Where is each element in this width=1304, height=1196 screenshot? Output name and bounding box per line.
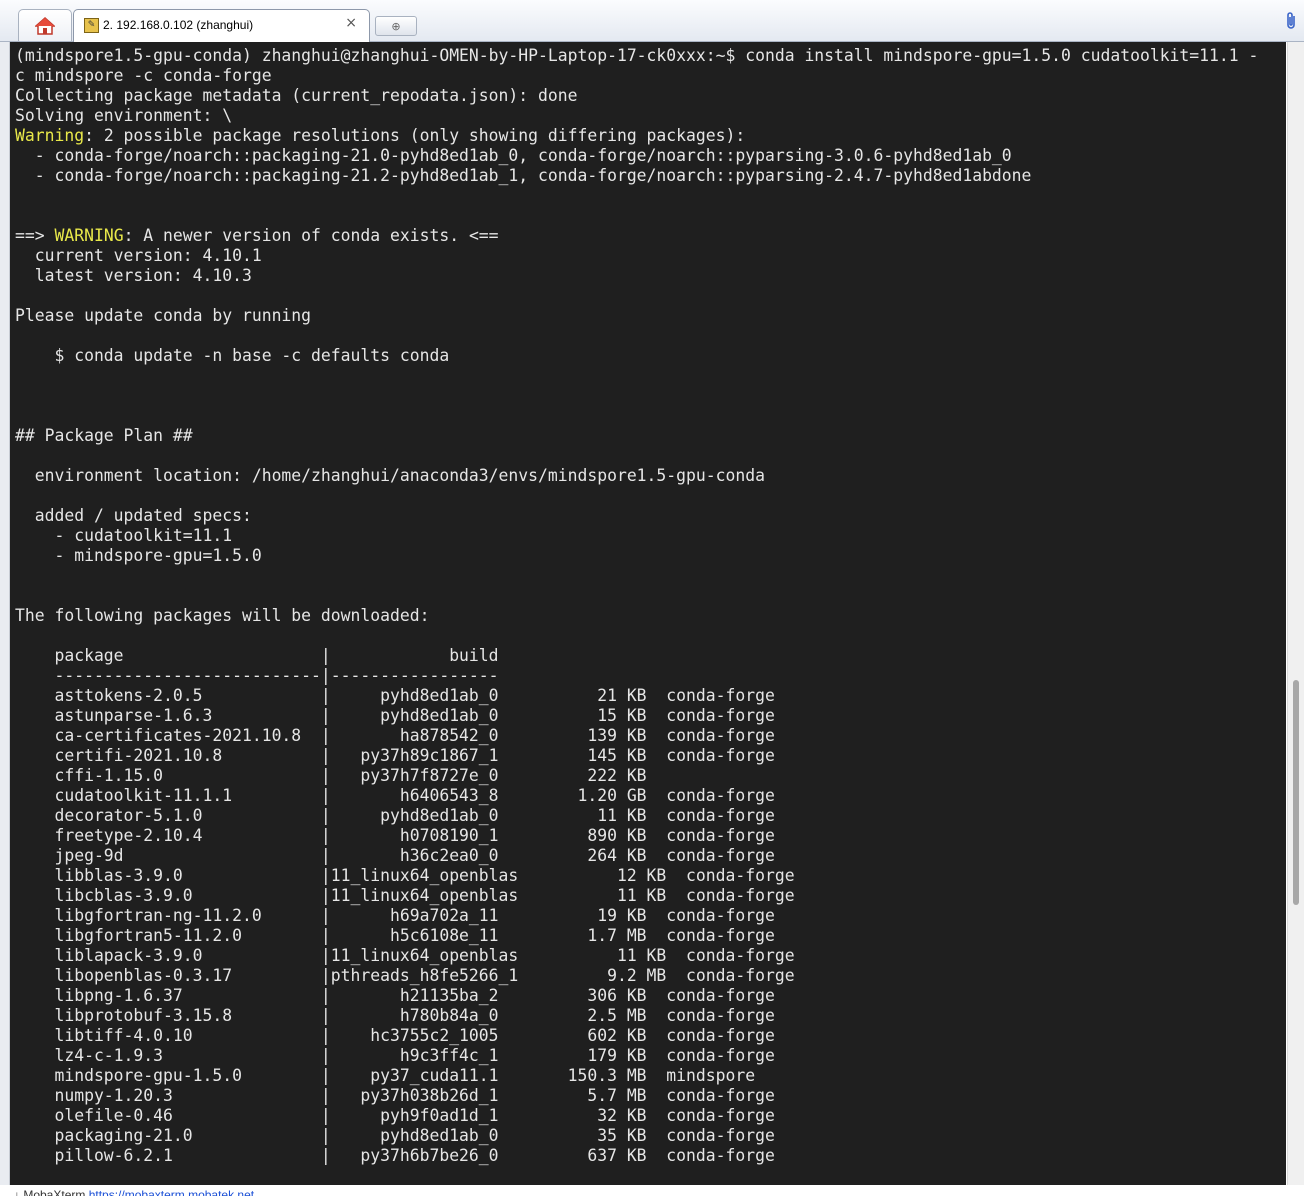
terminal-line: asttokens-2.0.5 | pyhd8ed1ab_0 21 KB con… (15, 686, 775, 705)
scrollbar-thumb[interactable] (1293, 680, 1299, 905)
terminal-line-prefix: ==> (15, 226, 55, 245)
terminal-line: certifi-2021.10.8 | py37h89c1867_1 145 K… (15, 746, 775, 765)
vertical-scrollbar[interactable] (1287, 42, 1304, 1185)
terminal-line: olefile-0.46 | pyh9f0ad1d_1 32 KB conda-… (15, 1106, 775, 1125)
terminal-line: numpy-1.20.3 | py37h038b26d_1 5.7 MB con… (15, 1086, 775, 1105)
terminal-line: astunparse-1.6.3 | pyhd8ed1ab_0 15 KB co… (15, 706, 775, 725)
terminal-line: libtiff-4.0.10 | hc3755c2_1005 602 KB co… (15, 1026, 775, 1045)
terminal-line: libgfortran-ng-11.2.0 | h69a702a_11 19 K… (15, 906, 775, 925)
terminal-line: - conda-forge/noarch::packaging-21.0-pyh… (15, 146, 1012, 165)
terminal-line: libcblas-3.9.0 |11_linux64_openblas 11 K… (15, 886, 795, 905)
terminal-line: pillow-6.2.1 | py37h6b7be26_0 637 KB con… (15, 1146, 775, 1165)
terminal-line: current version: 4.10.1 (15, 246, 262, 265)
paperclip-icon-glyph (1287, 12, 1295, 29)
terminal-line: cudatoolkit-11.1.1 | h6406543_8 1.20 GB … (15, 786, 775, 805)
session-tab[interactable]: ✎ 2. 192.168.0.102 (zhanghui) × (73, 9, 370, 42)
bottom-status-strip: ↓ MobaXterm https://mobaxterm.mobatek.ne… (0, 1185, 1304, 1196)
terminal-line: Please update conda by running (15, 306, 312, 325)
terminal-line: Collecting package metadata (current_rep… (15, 86, 578, 105)
terminal-line: The following packages will be downloade… (15, 606, 430, 625)
terminal-line: ca-certificates-2021.10.8 | ha878542_0 1… (15, 726, 775, 745)
tab-bar: ✎ 2. 192.168.0.102 (zhanghui) × ⊕ (0, 0, 1304, 42)
warning-keyword: WARNING (54, 226, 124, 245)
left-side-strip (0, 42, 10, 1192)
terminal-session-icon: ✎ (84, 18, 99, 33)
terminal-line: Solving environment: \ (15, 106, 233, 125)
warning-keyword: Warning (15, 126, 85, 145)
paperclip-icon[interactable] (1284, 11, 1298, 36)
close-tab-icon[interactable]: × (345, 15, 357, 31)
terminal-line: liblapack-3.9.0 |11_linux64_openblas 11 … (15, 946, 795, 965)
terminal-line-text: : A newer version of conda exists. <== (123, 226, 499, 245)
terminal-line: latest version: 4.10.3 (15, 266, 252, 285)
session-tab-title: 2. 192.168.0.102 (zhanghui) (103, 18, 254, 32)
terminal-line: libprotobuf-3.15.8 | h780b84a_0 2.5 MB c… (15, 1006, 775, 1025)
terminal-line: added / updated specs: (15, 506, 252, 525)
terminal-line: libblas-3.9.0 |11_linux64_openblas 12 KB… (15, 866, 795, 885)
terminal-line: package | build (15, 646, 499, 665)
terminal-line: packaging-21.0 | pyhd8ed1ab_0 35 KB cond… (15, 1126, 775, 1145)
terminal-line: Warning: 2 possible package resolutions … (15, 126, 745, 146)
bottom-status-text: ↓ MobaXterm https://mobaxterm.mobatek.ne… (14, 1188, 254, 1196)
terminal-line: mindspore-gpu-1.5.0 | py37_cuda11.1 150.… (15, 1066, 756, 1085)
terminal-line: libpng-1.6.37 | h21135ba_2 306 KB conda-… (15, 986, 775, 1005)
home-tab[interactable] (18, 9, 72, 41)
terminal-line: $ conda update -n base -c defaults conda (15, 346, 450, 365)
terminal-line: - conda-forge/noarch::packaging-21.2-pyh… (15, 166, 1032, 185)
terminal-line: environment location: /home/zhanghui/ana… (15, 466, 765, 485)
terminal-line: libopenblas-0.3.17 |pthreads_h8fe5266_1 … (15, 966, 795, 985)
terminal-line: decorator-5.1.0 | pyhd8ed1ab_0 11 KB con… (15, 806, 775, 825)
terminal-line: jpeg-9d | h36c2ea0_0 264 KB conda-forge (15, 846, 775, 865)
terminal-line: ---------------------------|------------… (15, 666, 499, 685)
terminal-line: - mindspore-gpu=1.5.0 (15, 546, 262, 565)
new-tab-button[interactable]: ⊕ (375, 16, 417, 36)
bottom-status-link[interactable]: https://mobaxterm.mobatek.net (89, 1188, 254, 1196)
terminal-line: cffi-1.15.0 | py37h7f8727e_0 222 KB (15, 766, 647, 785)
bottom-status-label: ↓ MobaXterm (14, 1188, 86, 1196)
terminal-line-text: : 2 possible package resolutions (only s… (84, 126, 746, 145)
terminal-line: - cudatoolkit=11.1 (15, 526, 233, 545)
terminal-line: (mindspore1.5-gpu-conda) zhanghui@zhangh… (15, 46, 1259, 65)
home-icon (35, 16, 55, 35)
terminal-line: ==> WARNING: A newer version of conda ex… (15, 226, 499, 246)
terminal-line: c mindspore -c conda-forge (15, 66, 272, 85)
terminal-line: lz4-c-1.9.3 | h9c3ff4c_1 179 KB conda-fo… (15, 1046, 775, 1065)
terminal-output[interactable]: (mindspore1.5-gpu-conda) zhanghui@zhangh… (10, 42, 1286, 1185)
terminal-line: libgfortran5-11.2.0 | h5c6108e_11 1.7 MB… (15, 926, 775, 945)
terminal-line: ## Package Plan ## (15, 426, 193, 445)
terminal-line: freetype-2.10.4 | h0708190_1 890 KB cond… (15, 826, 775, 845)
